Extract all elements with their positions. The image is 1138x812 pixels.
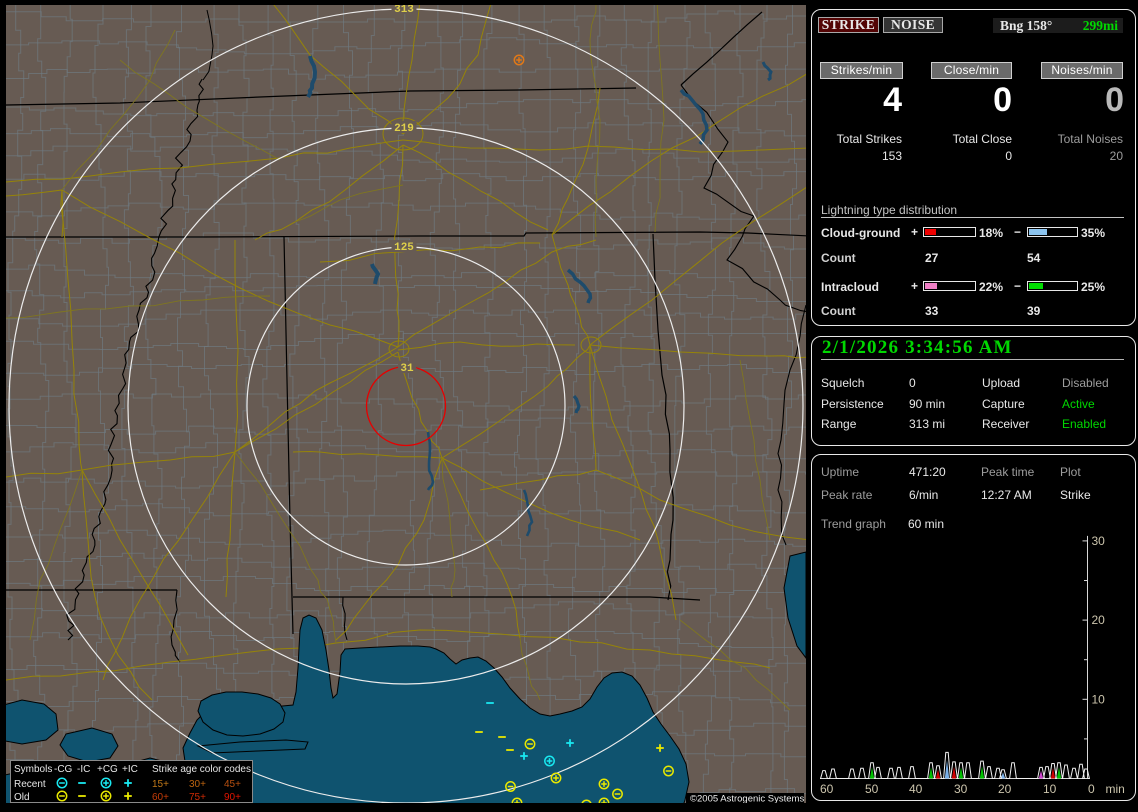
svg-text:+CG: +CG <box>97 764 118 775</box>
svg-text:31: 31 <box>400 363 414 375</box>
svg-text:90+: 90+ <box>224 792 241 803</box>
svg-text:219: 219 <box>394 123 414 135</box>
svg-text:60+: 60+ <box>152 792 169 803</box>
svg-text:Old: Old <box>14 792 30 803</box>
svg-text:313: 313 <box>394 4 414 16</box>
svg-text:©2005 Astrogenic Systems: ©2005 Astrogenic Systems <box>690 794 804 805</box>
svg-text:75+: 75+ <box>189 792 206 803</box>
svg-text:-CG: -CG <box>54 764 73 775</box>
svg-text:-IC: -IC <box>77 764 90 775</box>
svg-text:30+: 30+ <box>189 779 206 790</box>
svg-text:Strike age color codes: Strike age color codes <box>152 764 251 775</box>
svg-text:15+: 15+ <box>152 779 169 790</box>
svg-text:Symbols: Symbols <box>14 764 52 775</box>
svg-text:125: 125 <box>394 242 414 254</box>
svg-text:+IC: +IC <box>122 764 138 775</box>
svg-text:45+: 45+ <box>224 779 241 790</box>
svg-text:Recent: Recent <box>14 779 46 790</box>
